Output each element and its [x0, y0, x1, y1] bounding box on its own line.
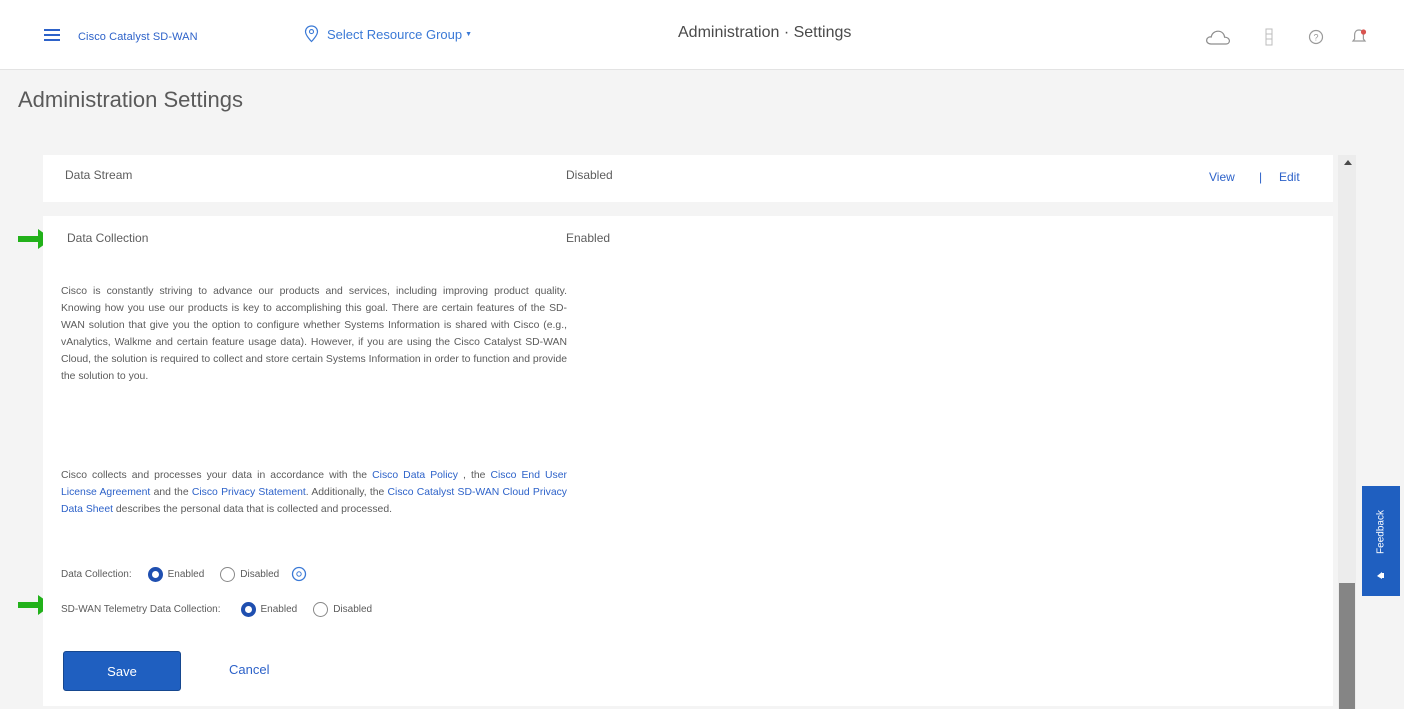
telemetry-enabled-radio[interactable] — [240, 602, 256, 617]
data-policy-statement: Cisco collects and processes your data i… — [61, 467, 567, 518]
feedback-label: Feedback — [1375, 510, 1387, 554]
data-stream-status: Disabled — [566, 168, 613, 182]
policy-text: and the — [150, 487, 192, 498]
telemetry-option-label: SD-WAN Telemetry Data Collection: — [61, 604, 221, 615]
tasks-icon[interactable] — [1263, 27, 1275, 47]
data-collection-label: Data Collection — [67, 231, 149, 245]
enabled-radio-label: Enabled — [260, 604, 298, 615]
data-stream-setting-row: Data Stream Disabled View | Edit — [43, 155, 1333, 202]
data-collection-option-label: Data Collection: — [61, 568, 132, 580]
data-collection-description: Cisco is constantly striving to advance … — [61, 286, 567, 382]
cisco-privacy-statement-link[interactable]: Cisco Privacy Statement — [192, 487, 306, 498]
data-stream-label: Data Stream — [65, 168, 133, 182]
scrollbar-thumb[interactable] — [1339, 583, 1355, 709]
feedback-tab[interactable]: Feedback — [1362, 486, 1400, 596]
action-separator: | — [1259, 170, 1263, 184]
policy-text: describes the personal data that is coll… — [113, 504, 392, 515]
scroll-up-arrow-icon[interactable] — [1344, 160, 1352, 165]
disabled-radio-label: Disabled — [333, 604, 373, 615]
product-brand[interactable]: Cisco Catalyst SD-WAN — [78, 31, 198, 43]
data-collection-enabled-radio[interactable] — [147, 566, 163, 582]
data-collection-disabled-radio[interactable] — [220, 566, 236, 582]
policy-text: Cisco collects and processes your data i… — [61, 470, 373, 481]
hamburger-menu-icon[interactable] — [44, 29, 60, 41]
disabled-radio-label: Disabled — [240, 568, 280, 580]
policy-text: . Additionally, the — [305, 487, 388, 498]
data-collection-status: Enabled — [566, 231, 611, 245]
page-title: Administration Settings — [18, 87, 243, 112]
policy-text: , the — [457, 470, 491, 481]
location-pin-icon — [304, 25, 319, 43]
cancel-button[interactable]: Cancel — [229, 662, 269, 677]
view-link[interactable]: View — [1209, 170, 1235, 184]
enabled-radio-label: Enabled — [167, 568, 205, 580]
data-collection-setting-panel: Data Collection Enabled Cisco is constan… — [43, 216, 1333, 706]
top-navigation-bar: Cisco Catalyst SD-WAN Select Resource Gr… — [0, 0, 1404, 70]
data-collection-option-row: Data Collection: Enabled Disabled — [61, 566, 307, 582]
edit-link[interactable]: Edit — [1279, 170, 1300, 184]
resource-group-selector[interactable]: Select Resource Group ▼ — [304, 25, 472, 43]
save-button[interactable]: Save — [63, 651, 181, 691]
bell-icon[interactable] — [1350, 27, 1368, 47]
cisco-data-policy-link[interactable]: Cisco Data Policy — [372, 470, 458, 481]
telemetry-disabled-radio[interactable] — [313, 602, 329, 617]
telemetry-option-row: SD-WAN Telemetry Data Collection: Enable… — [61, 602, 372, 617]
chevron-down-icon: ▼ — [465, 30, 473, 38]
resource-group-label: Select Resource Group — [327, 26, 463, 42]
header-title: Administration · Settings — [678, 24, 852, 41]
help-icon[interactable]: ? — [1307, 27, 1325, 47]
megaphone-icon — [1377, 572, 1384, 579]
cloud-icon[interactable] — [1204, 27, 1232, 47]
svg-text:?: ? — [1313, 33, 1318, 43]
info-icon[interactable] — [291, 566, 307, 582]
